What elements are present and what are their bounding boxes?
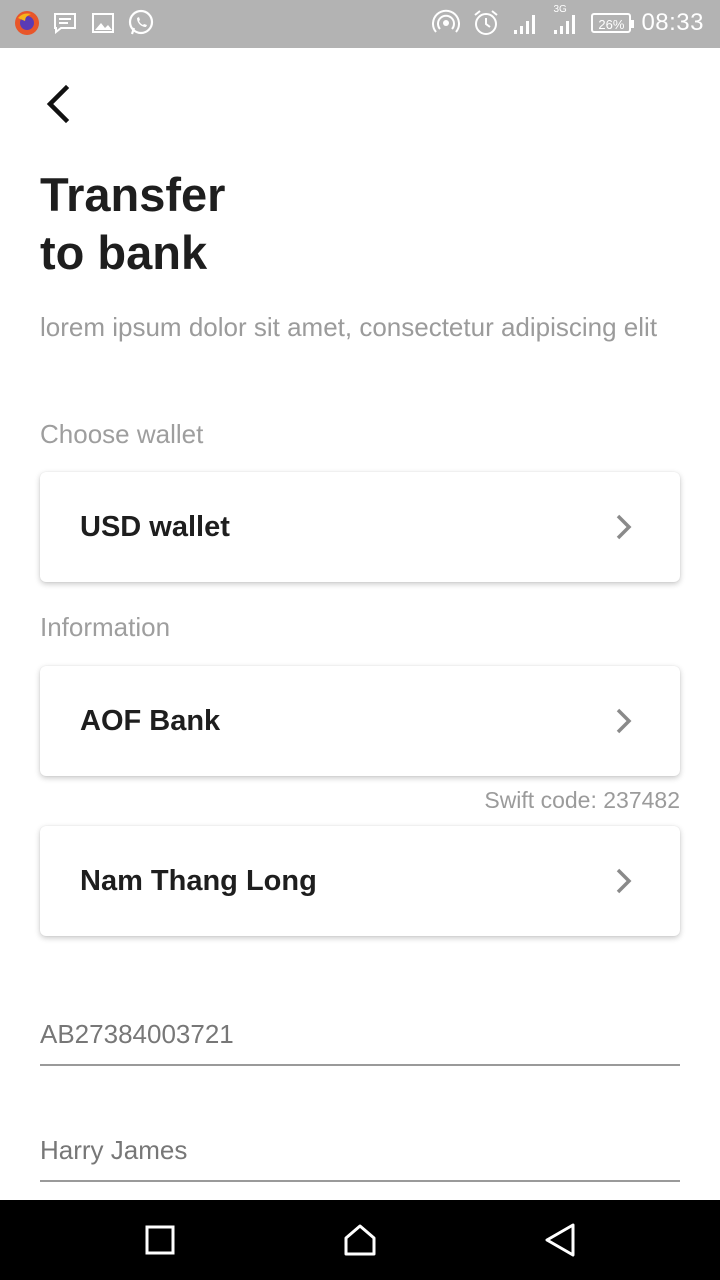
page-subtitle: lorem ipsum dolor sit amet, consectetur …: [40, 312, 658, 342]
signal-3g-icon: 3G: [551, 4, 581, 38]
home-icon: [344, 1224, 376, 1256]
status-clock: 08:33: [641, 9, 704, 36]
selected-bank: AOF Bank: [80, 704, 221, 737]
notification-icons: [12, 8, 156, 38]
whatsapp-icon: [126, 8, 156, 38]
account-holder-field[interactable]: Harry James: [40, 1122, 680, 1182]
wallet-select-card[interactable]: USD wallet: [40, 472, 680, 582]
signal-icon: [511, 8, 541, 38]
account-holder-value: Harry James: [40, 1135, 188, 1165]
system-icons: 3G 26% 08:33: [431, 4, 704, 38]
status-bar: 3G 26% 08:33: [0, 0, 720, 48]
page-title-line2: to bank: [40, 226, 208, 279]
alarm-icon: [471, 8, 501, 38]
gallery-icon: [88, 8, 118, 38]
swift-code: Swift code: 237482: [484, 787, 680, 813]
chevron-right-icon: [612, 706, 636, 736]
chevron-right-icon: [612, 512, 636, 542]
message-icon: [50, 8, 80, 38]
bank-select-card[interactable]: AOF Bank: [40, 666, 680, 776]
home-button[interactable]: [338, 1218, 382, 1262]
back-button[interactable]: [34, 80, 82, 128]
selected-branch: Nam Thang Long: [80, 864, 317, 897]
selected-wallet: USD wallet: [80, 510, 230, 543]
page-title: Transfer to bank: [40, 166, 225, 282]
recents-icon: [145, 1225, 175, 1255]
information-label: Information: [40, 612, 171, 642]
back-triangle-icon: [545, 1223, 575, 1257]
firefox-icon: [12, 8, 42, 38]
account-number-field[interactable]: AB27384003721: [40, 1006, 680, 1066]
navigation-bar: [0, 1200, 720, 1280]
battery-indicator: 26%: [591, 13, 635, 33]
branch-select-card[interactable]: Nam Thang Long: [40, 826, 680, 936]
account-number-value: AB27384003721: [40, 1019, 234, 1049]
network-type-label: 3G: [553, 4, 567, 15]
nav-back-button[interactable]: [538, 1218, 582, 1262]
chevron-left-icon: [46, 84, 70, 124]
hotspot-icon: [431, 8, 461, 38]
recents-button[interactable]: [138, 1218, 182, 1262]
page-title-line1: Transfer: [40, 168, 226, 221]
chevron-right-icon: [612, 866, 636, 896]
choose-wallet-label: Choose wallet: [40, 419, 204, 449]
